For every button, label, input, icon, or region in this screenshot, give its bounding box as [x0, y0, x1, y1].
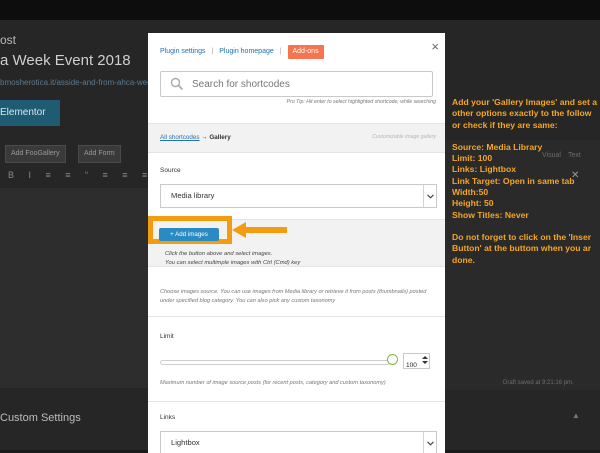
limit-slider-track[interactable]	[160, 360, 390, 365]
divider	[148, 316, 445, 317]
setting-height: Height: 50	[452, 198, 494, 209]
annotation-arrow-icon	[232, 222, 287, 238]
add-foogallery-button[interactable]: Add FooGallery	[5, 145, 66, 163]
tab-separator: |	[279, 48, 282, 55]
setting-links: Links: Lightbox	[452, 164, 516, 175]
search-box[interactable]	[160, 71, 433, 97]
post-editor-area	[0, 188, 150, 388]
add-form-button[interactable]: Add Form	[78, 145, 121, 163]
setting-limit: Limit: 100	[452, 153, 493, 164]
setting-show-titles: Show Titles: Never	[452, 209, 529, 220]
add-images-button[interactable]: + Add images	[159, 228, 219, 241]
tab-addons[interactable]: Add-ons	[287, 45, 324, 59]
breadcrumb: All shortcodes → Gallery	[160, 134, 231, 141]
breadcrumb-all-shortcodes[interactable]: All shortcodes	[160, 134, 200, 141]
add-images-label: Add images	[175, 231, 208, 238]
instruction-line: or check if they are same:	[452, 119, 558, 130]
add-images-hint: Click the button above and select images…	[165, 251, 273, 257]
breadcrumb-bar: All shortcodes → Gallery Customizable im…	[148, 123, 445, 153]
reminder-line: Button' at the buttom when you ar	[452, 243, 592, 254]
source-selected-value: Media library	[171, 191, 215, 200]
page-heading: ost	[0, 33, 17, 47]
reminder-line: Do not forget to click on the 'Inser	[452, 231, 592, 242]
edit-with-elementor-button[interactable]: Elementor	[0, 100, 60, 126]
limit-stepper[interactable]	[403, 353, 430, 369]
tab-separator: |	[211, 48, 214, 55]
breadcrumb-arrow: →	[199, 134, 210, 141]
limit-label: Limit	[160, 333, 174, 340]
setting-width: Width:50	[452, 187, 489, 198]
limit-slider-handle[interactable]	[387, 354, 398, 365]
collapse-up-icon[interactable]: ▲	[572, 411, 580, 420]
draft-status: Draft saved at 9:21:16 pm.	[503, 380, 574, 386]
source-description: Choose images source. You can use images…	[160, 289, 427, 304]
tutorial-instructions: Add your 'Gallery Images' and set a othe…	[452, 97, 600, 277]
instruction-line: other options exactly to the follow	[452, 108, 592, 119]
source-select[interactable]: Media library	[160, 184, 437, 208]
modal-tabs: Plugin settings | Plugin homepage | Add-…	[160, 45, 324, 61]
chevron-down-icon	[423, 185, 436, 207]
setting-source: Source: Media Library	[452, 141, 543, 152]
shortcode-modal: × Plugin settings | Plugin homepage | Ad…	[148, 33, 445, 453]
search-icon	[170, 77, 184, 91]
links-label: Links	[160, 414, 176, 421]
instruction-line: Add your 'Gallery Images' and set a	[452, 97, 597, 107]
pro-tip: Pro Tip: Hit enter to select highlighted…	[286, 99, 436, 105]
setting-link-target: Link Target: Open in same tab	[452, 175, 575, 186]
shortcode-description: Customizable image gallery	[372, 134, 436, 140]
breadcrumb-current: Gallery	[209, 134, 231, 141]
links-selected-value: Lightbox	[171, 438, 200, 447]
post-title: a Week Event 2018	[0, 52, 131, 69]
divider	[148, 401, 445, 402]
reminder-line: done.	[452, 254, 475, 265]
tab-plugin-settings[interactable]: Plugin settings	[160, 48, 206, 55]
stepper-arrows-icon[interactable]	[422, 355, 428, 367]
custom-settings-heading: Custom Settings	[0, 412, 81, 424]
close-icon[interactable]: ×	[431, 39, 439, 54]
tab-plugin-homepage[interactable]: Plugin homepage	[219, 48, 274, 55]
source-label: Source	[160, 167, 181, 174]
permalink: bmosherotica.it/asside-and-from-ahca-wee…	[0, 78, 156, 87]
search-input[interactable]	[190, 77, 424, 91]
limit-description: Maximum number of image source posts (fo…	[160, 380, 386, 386]
limit-input[interactable]	[404, 359, 422, 369]
admin-top-bar	[0, 0, 600, 20]
formatting-toolbar[interactable]: B I ≡ ≡ “ ≡ ≡ ≡	[8, 170, 153, 184]
plus-icon: +	[170, 231, 174, 238]
add-images-hint-multi: You can select multimple images with Ctr…	[165, 260, 301, 266]
